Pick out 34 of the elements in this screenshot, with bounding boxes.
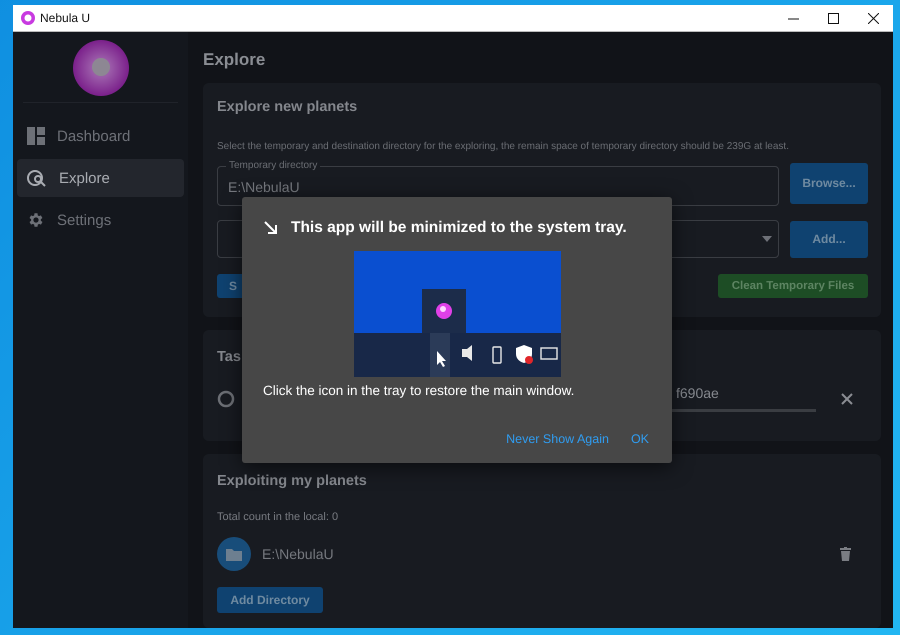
field-label: Temporary directory bbox=[228, 160, 318, 172]
explore-icon bbox=[27, 169, 47, 187]
card-title: Tas bbox=[217, 349, 242, 365]
dialog-message: Click the icon in the tray to restore the main window. bbox=[263, 383, 576, 398]
settings-icon bbox=[27, 211, 45, 229]
close-icon[interactable] bbox=[841, 392, 853, 404]
sidebar-item[interactable]: Settings bbox=[17, 201, 184, 239]
maximize-icon bbox=[828, 12, 838, 24]
sidebar-item[interactable]: Dashboard bbox=[17, 117, 184, 155]
description-text: Select the temporary and destination directory for the exploring, the remain space of temporary directory should be 239G at least. bbox=[217, 141, 790, 152]
arrow-icon bbox=[263, 220, 279, 236]
browse-button[interactable]: Browse... bbox=[790, 162, 868, 204]
dialog-title: This app will be minimized to the system tray. bbox=[291, 219, 627, 237]
dialog-button[interactable]: OK bbox=[630, 432, 649, 446]
app-logo-icon bbox=[21, 11, 35, 25]
trash-icon[interactable] bbox=[840, 547, 851, 561]
card-title: Exploiting my planets bbox=[217, 473, 368, 489]
sidebar-item[interactable]: Explore bbox=[17, 159, 184, 197]
dialog-button[interactable]: Never Show Again bbox=[506, 432, 609, 446]
app-logo bbox=[72, 40, 128, 96]
add-button[interactable]: Add... bbox=[790, 220, 868, 258]
count-text: Total count in the local: 0 bbox=[217, 511, 340, 523]
clean-temporary-files-button[interactable]: Clean Temporary Files bbox=[718, 274, 868, 298]
window-title: Nebula U bbox=[40, 11, 92, 25]
dashboard-icon bbox=[27, 127, 45, 145]
task-name: f690ae bbox=[676, 385, 719, 401]
add-directory-button[interactable]: Add Directory bbox=[217, 587, 323, 613]
task-status-icon bbox=[217, 390, 235, 408]
page-title: Explore bbox=[203, 50, 266, 70]
folder-icon bbox=[217, 537, 251, 571]
close-icon bbox=[868, 12, 878, 24]
card-title: Explore new planets bbox=[217, 99, 358, 115]
caret-icon bbox=[762, 236, 772, 242]
directory-path: E:\NebulaU bbox=[262, 546, 335, 562]
